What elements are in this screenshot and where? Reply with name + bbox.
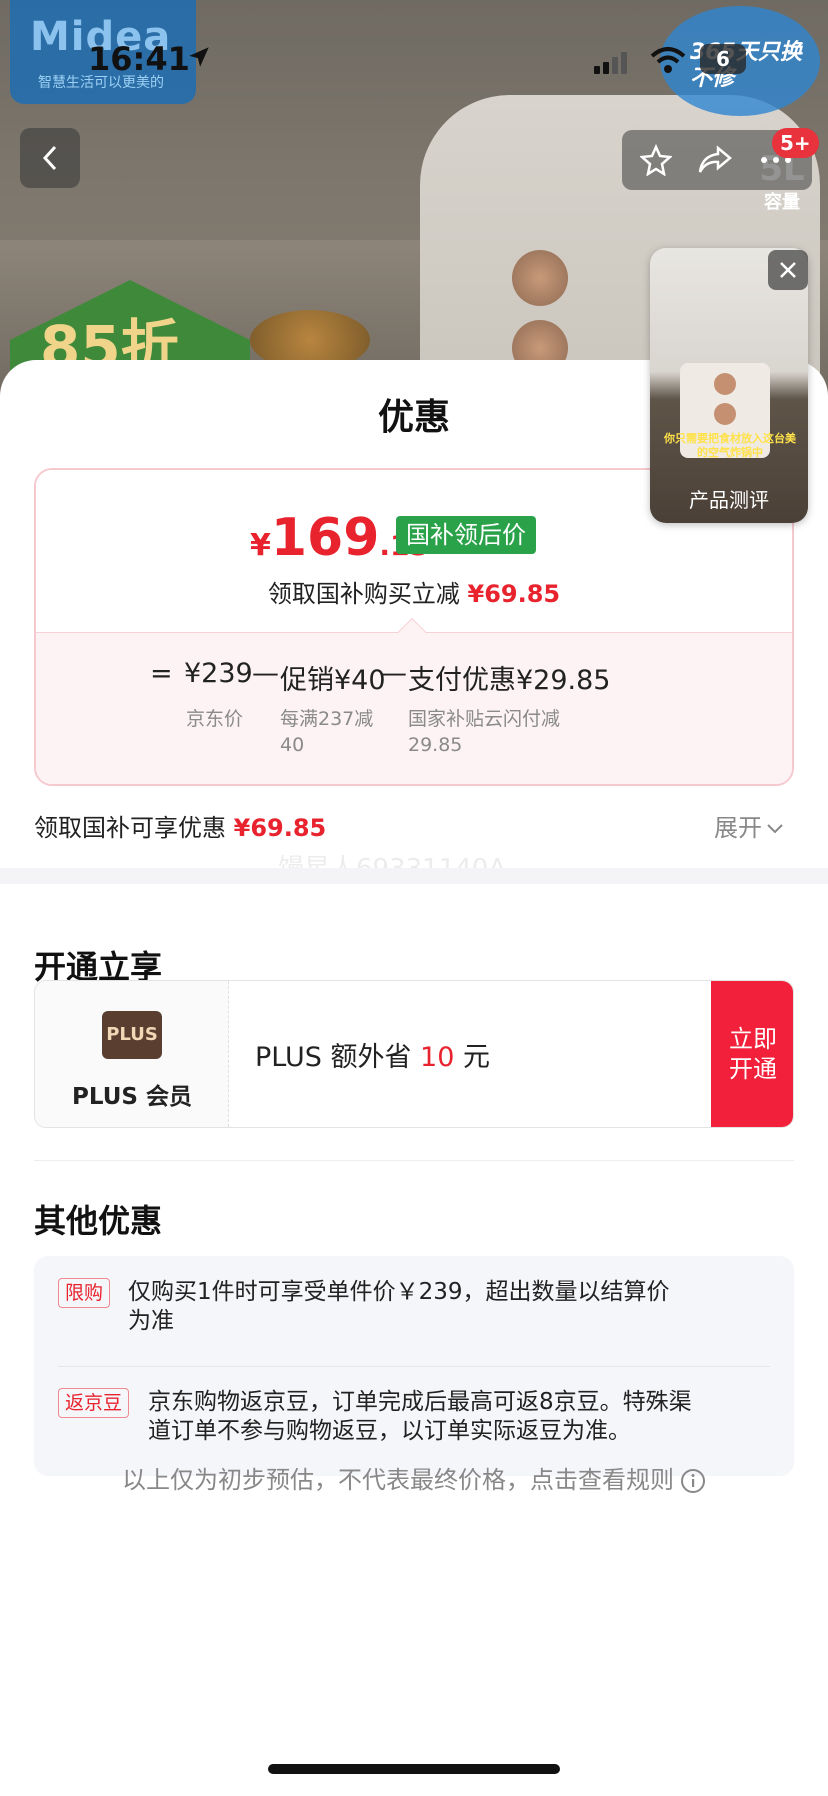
subsidy-label: 领取国补购买立减 bbox=[267, 580, 460, 608]
limit-text-line1: 仅购买1件时可享受单件价￥239，超出数量以结算价 bbox=[128, 1279, 670, 1305]
limit-text: 仅购买1件时可享受单件价￥239，超出数量以结算价 为准 bbox=[128, 1278, 768, 1336]
limit-text-line2: 为准 bbox=[128, 1308, 174, 1334]
video-label: 产品测评 bbox=[689, 488, 769, 512]
calc-jd-price: ¥239 bbox=[184, 658, 253, 689]
plus-save-text: PLUS 额外省 10 元 bbox=[255, 1035, 490, 1074]
plus-card: PLUS PLUS 会员 PLUS 额外省 10 元 立即开通 bbox=[34, 980, 794, 1128]
subsidy-amount: ¥69.85 bbox=[467, 580, 561, 608]
location-arrow-icon bbox=[189, 47, 209, 67]
signal-icon bbox=[594, 52, 627, 74]
hero-knob-top bbox=[512, 250, 568, 306]
info-icon bbox=[681, 1469, 705, 1493]
calc-minus-1: — bbox=[252, 658, 279, 689]
section-divider bbox=[34, 1160, 794, 1161]
capacity-label: 容量 bbox=[764, 192, 800, 213]
battery-icon: 6 bbox=[700, 44, 746, 74]
plus-save-prefix: PLUS 额外省 bbox=[255, 1042, 421, 1073]
expand-button[interactable]: 展开 bbox=[714, 808, 784, 843]
limit-tag: 限购 bbox=[58, 1278, 111, 1308]
calc-promo: 促销¥40 bbox=[280, 665, 386, 696]
plus-member-label: PLUS 会员 bbox=[72, 1084, 192, 1110]
video-caption: 你只需要把食材放入这台美的空气炸锅中 bbox=[664, 432, 796, 459]
payment-note-line1: 国家补贴云闪付减 bbox=[408, 708, 561, 730]
other-offers-card: 限购 仅购买1件时可享受单件价￥239，超出数量以结算价 为准 返京豆 京东购物… bbox=[34, 1256, 794, 1476]
plus-logo: PLUS bbox=[102, 1011, 162, 1059]
calc-minus-2: — bbox=[380, 658, 407, 689]
close-icon bbox=[780, 262, 796, 278]
discount-sheet: 优惠 ¥169.15 国补领后价 领取国补购买立减 ¥69.85 = ¥239 … bbox=[0, 360, 828, 1796]
price-currency: ¥ bbox=[250, 528, 271, 563]
share-icon[interactable] bbox=[698, 144, 732, 176]
discount-summary-label: 领取国补可享优惠 bbox=[34, 814, 226, 842]
plus-left-panel: PLUS PLUS 会员 bbox=[35, 981, 229, 1127]
price-integer: 169 bbox=[270, 508, 380, 568]
star-icon[interactable] bbox=[640, 144, 672, 176]
wifi-icon bbox=[650, 47, 686, 73]
jd-price-label: 京东价 bbox=[186, 708, 244, 730]
plus-save-suffix: 元 bbox=[454, 1042, 490, 1073]
jd-bean-text-line1: 京东购物返京豆，订单完成后最高可返8京豆。特殊渠 bbox=[148, 1389, 692, 1415]
video-dial-top bbox=[714, 373, 736, 395]
plus-save-amount: 10 bbox=[420, 1042, 455, 1073]
promo-note: 每满237减 40 bbox=[280, 706, 373, 758]
jd-bean-text-line2: 道订单不参与购物返豆，以订单实际返豆为准。 bbox=[148, 1418, 631, 1444]
back-button[interactable] bbox=[20, 128, 80, 188]
jd-bean-tag: 返京豆 bbox=[58, 1388, 130, 1418]
payment-note: 国家补贴云闪付减 29.85 bbox=[408, 706, 560, 758]
promo-note-line2: 40 bbox=[280, 734, 305, 756]
subsidy-line: 领取国补购买立减 ¥69.85 bbox=[36, 574, 792, 609]
jd-bean-text: 京东购物返京豆，订单完成后最高可返8京豆。特殊渠 道订单不参与购物返豆，以订单实… bbox=[148, 1388, 778, 1446]
status-time: 16:41 bbox=[88, 40, 190, 78]
calc-payment: 支付优惠¥29.85 bbox=[408, 665, 611, 696]
promo-note-line1: 每满237减 bbox=[280, 708, 374, 730]
chevron-down-icon bbox=[767, 824, 783, 834]
payment-note-line2: 29.85 bbox=[408, 734, 463, 756]
subsidy-price-tag: 国补领后价 bbox=[396, 516, 536, 554]
home-indicator bbox=[268, 1764, 560, 1774]
cart-count-badge: 5+ bbox=[772, 128, 819, 158]
discount-summary: 领取国补可享优惠 ¥69.85 bbox=[34, 808, 326, 843]
other-section-title: 其他优惠 bbox=[34, 1202, 163, 1240]
footer-note-text: 以上仅为初步预估，不代表最终价格，点击查看规则 bbox=[122, 1466, 674, 1494]
offer-separator bbox=[58, 1366, 770, 1367]
calc-equals: = bbox=[150, 658, 173, 689]
footer-note[interactable]: 以上仅为初步预估，不代表最终价格，点击查看规则 bbox=[0, 1460, 828, 1495]
discount-summary-amount: ¥69.85 bbox=[233, 814, 327, 842]
section-separator bbox=[0, 868, 828, 884]
expand-label: 展开 bbox=[714, 814, 762, 842]
chevron-left-icon bbox=[42, 145, 57, 171]
video-dial-bottom bbox=[714, 403, 736, 425]
video-close-button[interactable] bbox=[768, 250, 808, 290]
plus-open-button[interactable]: 立即开通 bbox=[711, 981, 793, 1127]
